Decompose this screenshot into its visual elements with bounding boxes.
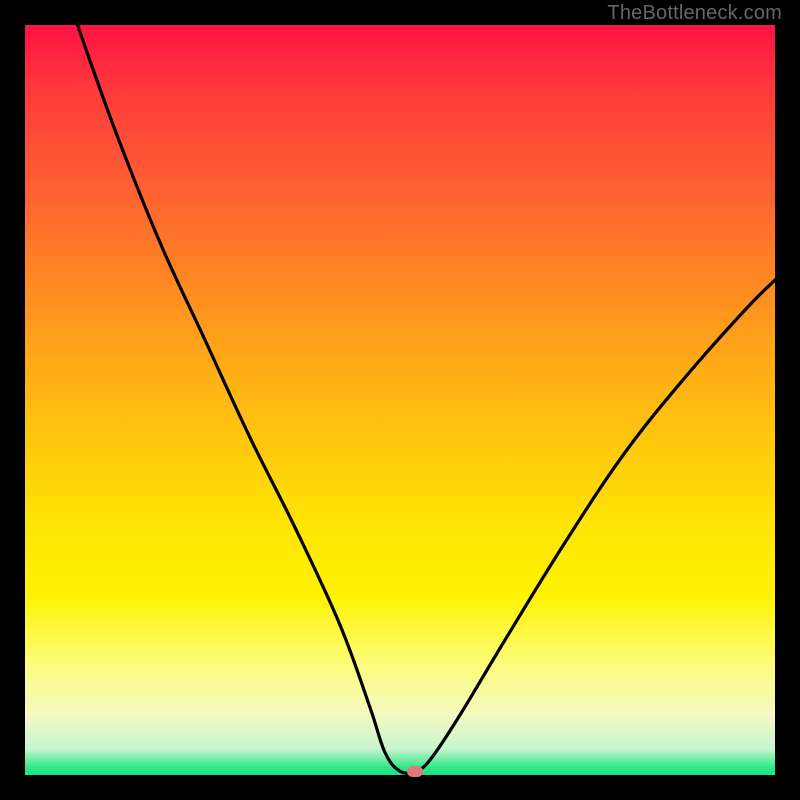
chart-plot-area xyxy=(25,25,775,775)
chart-minimum-marker xyxy=(407,766,423,777)
watermark-text: TheBottleneck.com xyxy=(607,2,782,25)
chart-frame: TheBottleneck.com xyxy=(0,0,800,800)
bottleneck-curve xyxy=(78,25,776,773)
chart-curve-svg xyxy=(25,25,775,775)
